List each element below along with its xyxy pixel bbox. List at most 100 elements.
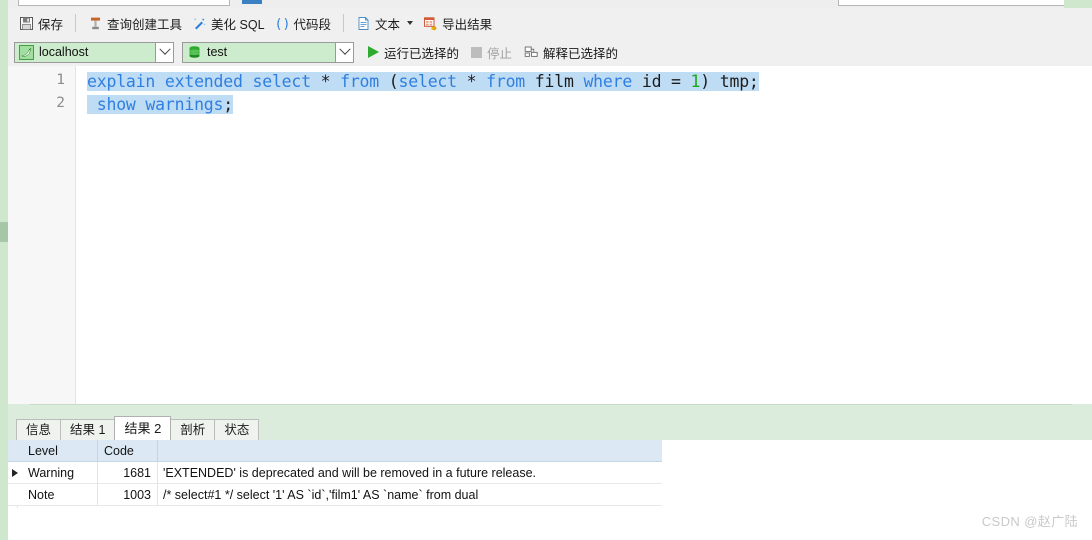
grid-column-header-message[interactable] <box>158 440 662 462</box>
current-row-arrow-icon <box>12 468 18 477</box>
svg-text:(): () <box>275 17 290 31</box>
sql-editor-window: 保存 查询创建工具 美化 SQL () 代码段 文本 导出结果 localhos… <box>0 0 1092 540</box>
top-tab-left[interactable] <box>18 0 230 6</box>
left-rail-scroll-handle[interactable] <box>0 222 8 242</box>
results-splitter[interactable] <box>8 404 1092 416</box>
line-number-gutter: 1 2 <box>8 66 76 404</box>
code-selection: explain extended select * from (select *… <box>87 72 759 91</box>
stop-icon <box>471 46 483 58</box>
code-token: 1 <box>690 72 701 91</box>
code-snippet-label: 代码段 <box>293 17 332 32</box>
query-builder-button[interactable]: 查询创建工具 <box>83 12 187 34</box>
top-tab-strip <box>8 0 1092 8</box>
grid-column-header-level[interactable]: Level <box>22 439 98 462</box>
grid-column-header-code[interactable]: Code <box>98 439 158 462</box>
explain-selected-label: 解释已选择的 <box>543 46 619 61</box>
code-token: * <box>310 72 341 91</box>
beautify-sql-label: 美化 SQL <box>211 17 265 32</box>
toolbar-separator-2 <box>343 14 345 32</box>
cell-level[interactable]: Warning <box>22 461 98 484</box>
run-selected-button[interactable]: 运行已选择的 <box>362 41 465 63</box>
code-token: id = <box>632 72 691 91</box>
save-icon <box>19 16 34 31</box>
connection-value: localhost <box>39 45 89 59</box>
text-button-label: 文本 <box>375 17 401 32</box>
code-token: ( <box>379 72 399 91</box>
connection-select-arrow[interactable] <box>155 42 173 62</box>
table-row[interactable]: Warning 1681 'EXTENDED' is deprecated an… <box>8 461 662 484</box>
code-token: from <box>340 72 380 91</box>
row-indicator <box>8 462 22 484</box>
mysql-dolphin-icon <box>19 44 34 60</box>
database-select-arrow[interactable] <box>335 42 353 62</box>
text-button[interactable]: 文本 <box>351 12 418 34</box>
code-line-1[interactable]: explain extended select * from (select *… <box>87 71 759 93</box>
export-result-label: 导出结果 <box>442 17 493 32</box>
left-vertical-rail[interactable] <box>0 0 8 540</box>
line-number: 2 <box>56 95 65 111</box>
code-snippet-button[interactable]: () 代码段 <box>270 12 337 34</box>
cell-level[interactable]: Note <box>22 483 98 506</box>
save-button-label: 保存 <box>38 17 64 32</box>
toolbar-separator-1 <box>75 14 77 32</box>
tab-status[interactable]: 状态 <box>214 419 260 440</box>
connection-bar: localhost test 运行已选择的 停止 解释已选择的 <box>8 38 1092 66</box>
cell-code[interactable]: 1681 <box>98 461 158 484</box>
run-selected-label: 运行已选择的 <box>384 46 460 61</box>
line-number: 1 <box>56 72 65 88</box>
top-tab-right[interactable] <box>838 0 1066 6</box>
database-value: test <box>207 45 228 59</box>
code-token: ; <box>223 95 234 114</box>
results-tab-bar: 信息 结果 1 结果 2 剖析 状态 <box>8 416 1092 440</box>
query-builder-icon <box>88 16 103 31</box>
explain-selected-button[interactable]: 解释已选择的 <box>518 41 624 63</box>
code-token: select <box>252 72 311 91</box>
cell-message[interactable]: 'EXTENDED' is deprecated and will be rem… <box>158 462 662 484</box>
code-token: show <box>96 95 136 114</box>
code-token: from <box>486 72 526 91</box>
tab-profile[interactable]: 剖析 <box>170 419 216 440</box>
code-token: warnings <box>145 95 224 114</box>
tab-info[interactable]: 信息 <box>16 419 62 440</box>
top-tab-selected-indicator <box>242 0 262 4</box>
code-area[interactable]: explain extended select * from (select *… <box>77 66 1092 404</box>
code-line-2[interactable]: show warnings; <box>87 94 233 116</box>
database-icon <box>187 45 202 60</box>
stop-label: 停止 <box>487 46 513 61</box>
beautify-sql-button[interactable]: 美化 SQL <box>187 12 270 34</box>
export-result-button[interactable]: 导出结果 <box>418 12 497 34</box>
cell-message[interactable]: /* select#1 */ select '1' AS `id`,'film1… <box>158 484 662 506</box>
code-selection: show warnings; <box>87 95 233 114</box>
table-row[interactable]: Note 1003 /* select#1 */ select '1' AS `… <box>8 483 662 506</box>
code-snippet-icon: () <box>275 16 290 31</box>
connection-select[interactable]: localhost <box>14 41 174 63</box>
grid-header-row: Level Code <box>8 439 662 462</box>
export-icon <box>423 16 438 31</box>
code-token: film <box>525 72 584 91</box>
code-token: * <box>456 72 487 91</box>
explain-icon <box>524 45 539 60</box>
chevron-down-icon[interactable] <box>407 21 414 25</box>
tab-result-2[interactable]: 结果 2 <box>114 416 172 440</box>
cell-code[interactable]: 1003 <box>98 483 158 506</box>
code-token: where <box>583 72 633 91</box>
code-token: select <box>398 72 458 91</box>
grid-header-indicator <box>8 440 22 462</box>
text-icon <box>356 16 371 31</box>
splitter-grip <box>30 404 1072 405</box>
database-select[interactable]: test <box>182 41 354 63</box>
save-button[interactable]: 保存 <box>14 12 68 34</box>
code-token: ) tmp; <box>700 72 759 91</box>
warnings-grid[interactable]: Level Code Warning 1681 'EXTENDED' is de… <box>8 439 1092 540</box>
sql-editor[interactable]: 1 2 explain extended select * from (sele… <box>8 66 1092 404</box>
main-toolbar: 保存 查询创建工具 美化 SQL () 代码段 文本 导出结果 <box>8 8 1092 38</box>
top-strip-green-edge <box>1064 0 1092 8</box>
play-icon <box>368 46 379 58</box>
beautify-icon <box>192 16 207 31</box>
csdn-watermark: CSDN @赵广陆 <box>981 514 1078 529</box>
code-token: extended <box>164 72 243 91</box>
tab-result-1[interactable]: 结果 1 <box>60 419 116 440</box>
